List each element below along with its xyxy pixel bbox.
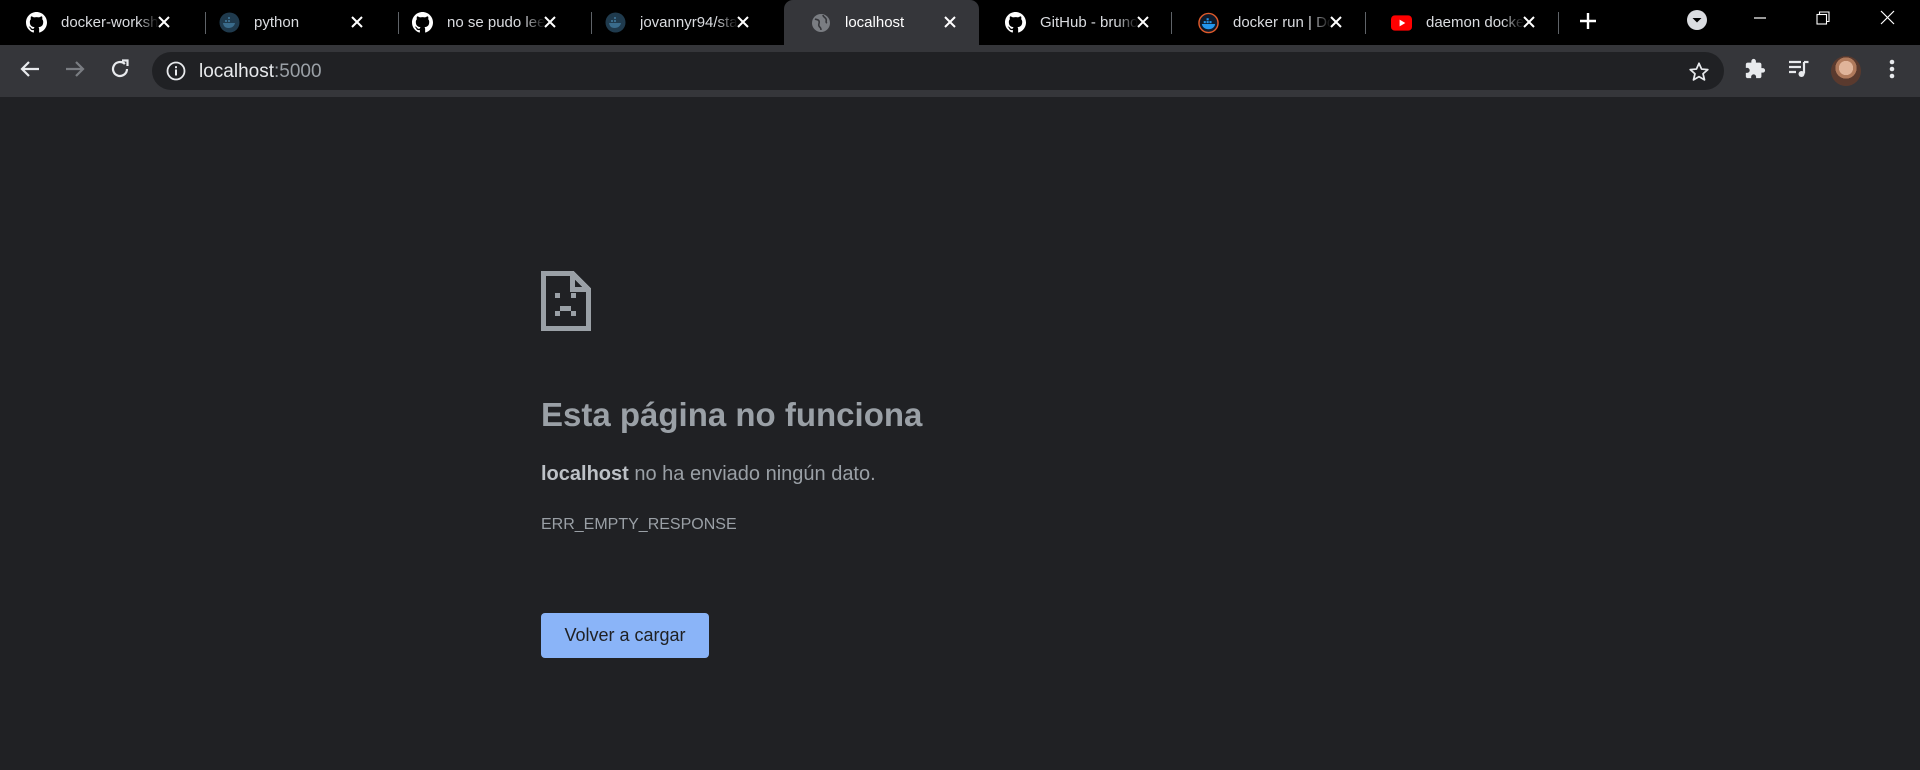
docker-icon	[605, 12, 626, 33]
error-host: localhost	[541, 463, 629, 485]
error-description: localhost no ha enviado ningún dato.	[541, 463, 876, 486]
avatar[interactable]	[1831, 56, 1861, 86]
info-icon[interactable]	[166, 61, 186, 81]
close-icon[interactable]	[1520, 13, 1538, 31]
chevron-down-icon	[1686, 9, 1708, 36]
tab-title: docker run | Docke	[1233, 14, 1331, 31]
docker-color-icon	[1198, 12, 1219, 33]
tab-no-se-pudo-leer[interactable]: no se pudo leer do	[386, 0, 579, 45]
new-tab-button[interactable]	[1575, 10, 1601, 36]
close-icon[interactable]	[941, 13, 959, 31]
tab-title: python	[254, 14, 300, 31]
tab-search-button[interactable]	[1685, 9, 1709, 36]
tab-title: daemon docker - Y	[1426, 14, 1524, 31]
close-icon[interactable]	[348, 13, 366, 31]
puzzle-icon	[1744, 58, 1766, 85]
close-icon[interactable]	[1134, 13, 1152, 31]
browser-toolbar: localhost:5000	[0, 45, 1920, 97]
tab-localhost[interactable]: localhost	[784, 0, 979, 45]
url-text: localhost:5000	[199, 61, 322, 83]
tab-title: localhost	[845, 14, 905, 31]
url-host: localhost	[199, 61, 274, 82]
close-icon[interactable]	[1327, 13, 1345, 31]
error-code: ERR_EMPTY_RESPONSE	[541, 516, 737, 533]
tab-docker-run[interactable]: docker run | Docke	[1172, 0, 1365, 45]
tab-daemon-docker[interactable]: daemon docker - Y	[1365, 0, 1558, 45]
playlist-music-icon	[1787, 58, 1811, 85]
address-bar[interactable]: localhost:5000	[152, 52, 1724, 90]
sad-document-icon	[541, 271, 591, 331]
close-icon[interactable]	[541, 13, 559, 31]
kebab-menu-icon	[1889, 58, 1895, 85]
url-port: :5000	[274, 61, 322, 82]
forward-button[interactable]	[60, 56, 90, 86]
reload-icon	[109, 58, 131, 85]
arrow-right-icon	[64, 58, 86, 85]
youtube-icon	[1391, 12, 1412, 33]
github-icon	[412, 12, 433, 33]
error-title: Esta página no funciona	[541, 396, 923, 433]
tab-strip: docker-workshop/ python no se pudo leer …	[0, 0, 1920, 45]
window-close-button[interactable]	[1867, 8, 1907, 32]
tab-separator	[1558, 12, 1559, 34]
restore-icon	[1816, 10, 1830, 30]
close-icon	[1880, 10, 1895, 30]
tab-docker-workshop[interactable]: docker-workshop/	[0, 0, 193, 45]
github-icon	[1005, 12, 1026, 33]
tab-title: jovannyr94/static_	[640, 14, 738, 31]
plus-icon	[1579, 12, 1597, 35]
tab-title: GitHub - brunocas	[1040, 14, 1138, 31]
minimize-icon	[1753, 11, 1767, 30]
close-icon[interactable]	[734, 13, 752, 31]
minimize-button[interactable]	[1740, 8, 1780, 32]
star-icon[interactable]	[1688, 61, 1710, 83]
arrow-left-icon	[19, 58, 41, 85]
reload-page-button[interactable]: Volver a cargar	[541, 613, 709, 658]
github-icon	[26, 12, 47, 33]
tab-title: no se pudo leer do	[447, 14, 545, 31]
globe-icon	[810, 12, 831, 33]
error-message: no ha enviado ningún dato.	[628, 463, 876, 485]
media-control-button[interactable]	[1784, 56, 1814, 86]
tab-jovannyr94-static[interactable]: jovannyr94/static_	[579, 0, 772, 45]
tab-github-brunocas[interactable]: GitHub - brunocas	[979, 0, 1172, 45]
menu-button[interactable]	[1877, 56, 1907, 86]
reload-button[interactable]	[105, 56, 135, 86]
tab-title: docker-workshop/	[61, 14, 159, 31]
back-button[interactable]	[15, 56, 45, 86]
restore-button[interactable]	[1803, 8, 1843, 32]
tab-python[interactable]: python	[193, 0, 386, 45]
close-icon[interactable]	[155, 13, 173, 31]
docker-icon	[219, 12, 240, 33]
extensions-button[interactable]	[1740, 56, 1770, 86]
